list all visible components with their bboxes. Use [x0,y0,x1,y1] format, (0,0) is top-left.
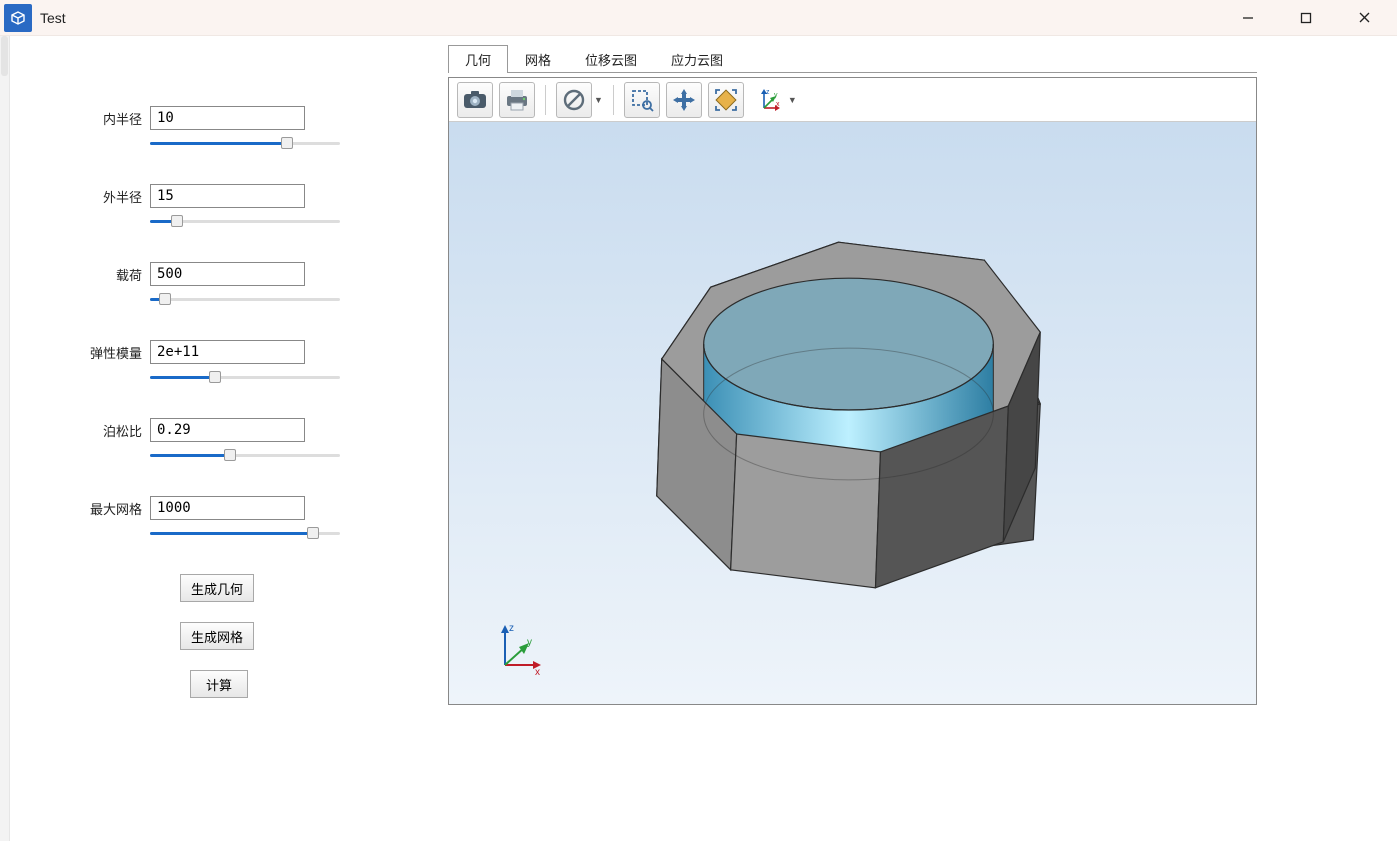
param-input[interactable] [150,106,305,130]
viewport-3d[interactable]: z x y [449,122,1256,704]
fit-view-button[interactable] [708,82,744,118]
tab-bar: 几何网格位移云图应力云图 [448,44,1257,73]
svg-text:z: z [509,623,514,634]
param-slider[interactable] [150,290,340,308]
param-input[interactable] [150,418,305,442]
svg-text:z: z [766,89,770,96]
param-slider[interactable] [150,368,340,386]
param-label: 泊松比 [90,421,142,440]
tab[interactable]: 位移云图 [568,45,654,73]
maximize-button[interactable] [1277,0,1335,36]
param-row: 弹性模量 [90,340,348,386]
screenshot-button[interactable] [457,82,493,118]
chevron-down-icon[interactable]: ▼ [594,95,603,105]
app-icon [4,4,32,32]
compute-button[interactable]: 计算 [190,670,248,698]
generate-mesh-button[interactable]: 生成网格 [180,622,254,650]
param-input[interactable] [150,496,305,520]
close-button[interactable] [1335,0,1393,36]
generate-geometry-button[interactable]: 生成几何 [180,574,254,602]
param-row: 最大网格 [90,496,348,542]
svg-text:y: y [774,92,778,99]
titlebar: Test [0,0,1397,36]
param-slider[interactable] [150,134,340,152]
left-scrollbar[interactable] [0,36,10,841]
param-row: 外半径 [90,184,348,230]
orientation-triad: z x y [487,617,547,680]
model-render [449,122,1256,704]
visibility-dropdown[interactable] [556,82,592,118]
tab[interactable]: 应力云图 [654,45,740,73]
svg-text:x: x [535,667,540,677]
zoom-select-button[interactable] [624,82,660,118]
param-input[interactable] [150,262,305,286]
param-slider[interactable] [150,212,340,230]
param-label: 外半径 [90,187,142,206]
param-row: 内半径 [90,106,348,152]
tab[interactable]: 网格 [508,45,568,73]
svg-text:y: y [527,637,532,648]
param-label: 载荷 [90,265,142,284]
param-input[interactable] [150,340,305,364]
minimize-button[interactable] [1219,0,1277,36]
viewer-box: ▼ zxy ▼ [448,77,1257,705]
param-label: 内半径 [90,109,142,128]
param-label: 弹性模量 [90,343,142,362]
svg-text:x: x [776,101,780,108]
pan-button[interactable] [666,82,702,118]
print-button[interactable] [499,82,535,118]
param-row: 载荷 [90,262,348,308]
param-row: 泊松比 [90,418,348,464]
tab[interactable]: 几何 [448,45,508,73]
axes-orientation-dropdown[interactable]: zxy [750,82,786,118]
param-label: 最大网格 [90,499,142,518]
window-title: Test [40,10,66,26]
param-input[interactable] [150,184,305,208]
chevron-down-icon[interactable]: ▼ [788,95,797,105]
param-slider[interactable] [150,446,340,464]
parameter-panel: 内半径外半径载荷弹性模量泊松比最大网格 生成几何 生成网格 计算 [10,36,448,841]
param-slider[interactable] [150,524,340,542]
viewer-toolbar: ▼ zxy ▼ [449,78,1256,122]
